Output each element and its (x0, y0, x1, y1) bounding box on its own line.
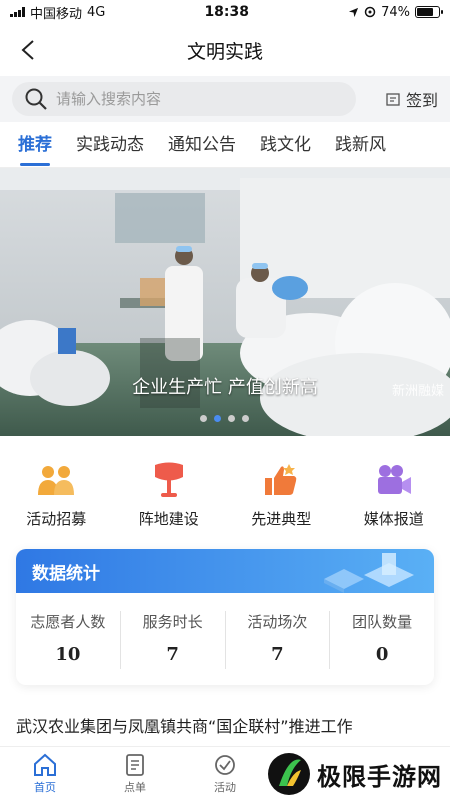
status-bar: 中国移动 4G 18:38 74% (0, 0, 450, 24)
people-icon (38, 466, 75, 495)
battery-icon (414, 6, 443, 18)
chevron-left-icon (21, 40, 34, 60)
quick-link-recruit[interactable]: 活动招募 (6, 462, 106, 529)
signin-label: 签到 (405, 91, 438, 110)
carousel-dots (200, 415, 249, 422)
stat-volunteers: 志愿者人数 10 (16, 611, 121, 669)
tabbar-home[interactable]: 首页 (0, 747, 90, 800)
page-title: 文明实践 (186, 40, 263, 63)
quick-link-label: 阵地建设 (138, 510, 199, 528)
tabbar-label: 活动 (214, 780, 236, 794)
search-row: 签到 (0, 76, 450, 122)
tabbar-order[interactable]: 点单 (90, 747, 180, 800)
thumbs-up-icon (265, 464, 297, 495)
quick-link-label: 先进典型 (251, 510, 312, 528)
check-circle-icon (215, 754, 235, 775)
quick-link-label: 活动招募 (26, 510, 87, 528)
stats-card: 数据统计 志愿者人数 10 服务时长 7 活动场次 7 团队数量 0 (16, 549, 434, 685)
quick-link-base[interactable]: 阵地建设 (119, 462, 219, 529)
carousel-dot[interactable] (200, 415, 207, 422)
stat-service-hours: 服务时长 7 (121, 611, 226, 669)
brand-text: 极限手游网 (317, 762, 442, 791)
banner-caption: 企业生产忙 产值创新高 (132, 377, 318, 398)
banner-carousel[interactable]: 企业生产忙 产值创新高 新洲融媒 (0, 168, 450, 436)
tab-recommend[interactable]: 推荐 (8, 122, 62, 168)
calendar-icon (386, 93, 400, 106)
clock: 18:38 (204, 4, 250, 20)
video-camera-icon (377, 465, 411, 494)
stats-header: 数据统计 (16, 549, 434, 593)
stat-teams: 团队数量 0 (352, 613, 413, 665)
location-icon (348, 7, 359, 17)
carousel-dot[interactable] (214, 415, 221, 422)
tab-new-style[interactable]: 践新风 (325, 122, 396, 168)
tabbar-activity[interactable]: 活动 (180, 747, 270, 800)
tab-culture[interactable]: 践文化 (250, 122, 321, 168)
bottom-tab-bar: 首页 点单 活动 极限手游网 (0, 746, 450, 800)
document-icon (126, 753, 144, 776)
network-label: 4G (87, 4, 106, 20)
tabbar-label: 首页 (34, 780, 56, 794)
stats-title: 数据统计 (32, 563, 100, 584)
brand-logo-icon (268, 753, 310, 795)
quick-link-media[interactable]: 媒体报道 (344, 462, 444, 529)
quick-link-label: 媒体报道 (363, 510, 424, 528)
stat-activities: 活动场次 7 (226, 611, 331, 669)
search-input[interactable] (56, 90, 344, 108)
tab-practice-news[interactable]: 实践动态 (66, 122, 154, 168)
quick-link-models[interactable]: 先进典型 (231, 462, 331, 529)
tabbar-label: 点单 (124, 780, 146, 794)
battery-percent: 74% (381, 4, 410, 20)
category-tabs: 推荐 实践动态 通知公告 践文化 践新风 (0, 122, 450, 168)
banner-watermark: 新洲融媒 (391, 384, 444, 399)
brand-watermark: 极限手游网 (267, 752, 442, 796)
home-icon (34, 753, 56, 776)
tab-notices[interactable]: 通知公告 (158, 122, 246, 168)
stats-decoration (324, 553, 414, 593)
carrier-label: 中国移动 (30, 6, 83, 22)
quick-links: 活动招募 阵地建设 先进典型 媒体报道 (0, 436, 450, 549)
search-box[interactable] (12, 82, 356, 116)
carousel-dot[interactable] (242, 415, 249, 422)
signal-icon (10, 7, 25, 17)
back-button[interactable] (14, 36, 42, 64)
nav-bar: 文明实践 (0, 24, 450, 76)
alarm-lock-icon (364, 6, 376, 18)
carousel-dot[interactable] (228, 415, 235, 422)
signin-button[interactable]: 签到 (386, 87, 438, 111)
news-headline[interactable]: 武汉农业集团与凤凰镇共商“国企联村”推进工作 (0, 685, 450, 737)
flag-icon (154, 462, 183, 497)
search-icon (25, 88, 47, 110)
